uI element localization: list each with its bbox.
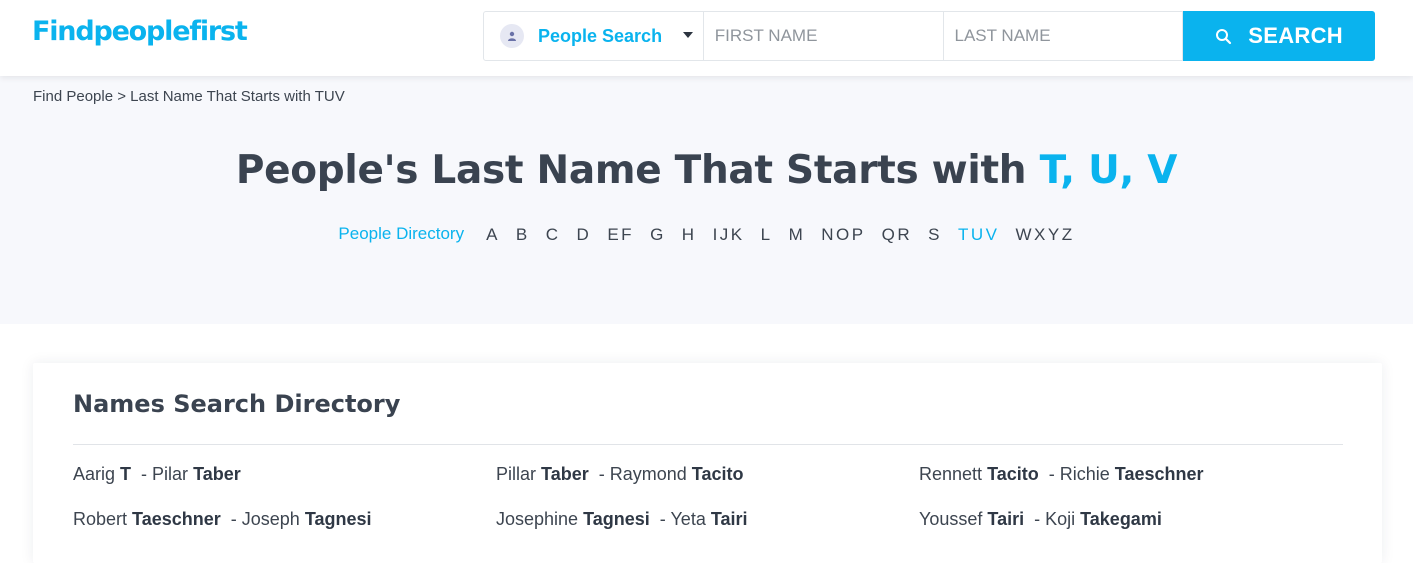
name-range-link[interactable]: Rennett Tacito - Richie Taeschner	[919, 464, 1342, 509]
first-name: Josephine	[496, 509, 579, 529]
letter-link[interactable]: S	[928, 225, 942, 245]
letter-link[interactable]: L	[761, 225, 773, 245]
last-name: Taber	[193, 464, 241, 484]
name-range-link[interactable]: Youssef Tairi - Koji Takegami	[919, 509, 1342, 554]
alphabet-nav: People Directory A B C D EF G H IJK L M …	[0, 224, 1413, 245]
person-icon	[500, 24, 524, 48]
names-row: Aarig T - Pilar Taber Pillar Taber - Ray…	[73, 464, 1373, 509]
letter-link[interactable]: H	[682, 225, 697, 245]
letter-link[interactable]: QR	[882, 225, 913, 245]
letter-link[interactable]: M	[789, 225, 806, 245]
search-icon	[1216, 28, 1232, 44]
page-title-highlight: T, U, V	[1039, 148, 1178, 193]
breadcrumb-current: Last Name That Starts with TUV	[130, 88, 345, 105]
letter-link[interactable]: A	[486, 225, 500, 245]
people-directory-link[interactable]: People Directory	[338, 224, 464, 244]
letter-link-active[interactable]: TUV	[958, 225, 1000, 245]
first-name: Yeta	[670, 509, 706, 529]
name-range-link[interactable]: Pillar Taber - Raymond Tacito	[496, 464, 919, 509]
letter-link[interactable]: D	[577, 225, 592, 245]
letter-link[interactable]: G	[650, 225, 666, 245]
hero-section: Find People > Last Name That Starts with…	[0, 76, 1413, 324]
search-button-label: SEARCH	[1248, 23, 1343, 48]
site-logo[interactable]: Findpeoplefirst	[32, 16, 248, 47]
letter-link[interactable]: WXYZ	[1015, 225, 1074, 245]
chevron-down-icon	[682, 32, 693, 38]
breadcrumb-separator: >	[117, 88, 126, 105]
first-name: Richie	[1059, 464, 1110, 484]
names-row: Robert Taeschner - Joseph Tagnesi Joseph…	[73, 509, 1373, 554]
last-name: Tacito	[691, 464, 744, 484]
last-name: Takegami	[1080, 509, 1162, 529]
search-type-label: People Search	[538, 25, 663, 46]
letter-link[interactable]: B	[516, 225, 530, 245]
letter-link[interactable]: C	[546, 225, 561, 245]
breadcrumb-find-people[interactable]: Find People	[33, 88, 113, 105]
names-directory-card: Names Search Directory Aarig T - Pilar T…	[33, 363, 1382, 563]
last-name: Tagnesi	[583, 509, 650, 529]
name-range-link[interactable]: Robert Taeschner - Joseph Tagnesi	[73, 509, 496, 554]
last-name: T	[120, 464, 132, 484]
first-name: Aarig	[73, 464, 116, 484]
names-grid: Aarig T - Pilar Taber Pillar Taber - Ray…	[73, 464, 1373, 554]
page-title-text: People's Last Name That Starts with	[235, 148, 1040, 193]
name-range-link[interactable]: Aarig T - Pilar Taber	[73, 464, 496, 509]
divider	[73, 444, 1343, 445]
letter-link[interactable]: IJK	[713, 225, 745, 245]
search-button[interactable]: SEARCH	[1183, 11, 1376, 61]
last-name: Tairi	[710, 509, 748, 529]
first-name: Rennett	[919, 464, 983, 484]
last-name: Taber	[541, 464, 589, 484]
first-name: Robert	[73, 509, 128, 529]
breadcrumb: Find People > Last Name That Starts with…	[33, 88, 345, 105]
letter-link[interactable]: EF	[607, 225, 634, 245]
first-name: Koji	[1045, 509, 1076, 529]
last-name: Tagnesi	[304, 509, 372, 529]
last-name: Tacito	[987, 464, 1039, 484]
first-name: Pillar	[496, 464, 537, 484]
page-title: People's Last Name That Starts with T, U…	[0, 148, 1413, 193]
directory-title: Names Search Directory	[73, 390, 401, 418]
search-bar: People Search SEARCH	[483, 11, 1376, 61]
last-name: Tairi	[987, 509, 1025, 529]
name-range-link[interactable]: Josephine Tagnesi - Yeta Tairi	[496, 509, 919, 554]
first-name: Youssef	[919, 509, 983, 529]
last-name: Taeschner	[1114, 464, 1204, 484]
letter-link[interactable]: NOP	[821, 225, 865, 245]
site-header: Findpeoplefirst People Search SEARCH	[0, 0, 1413, 76]
last-name: Taeschner	[132, 509, 221, 529]
search-type-dropdown[interactable]: People Search	[484, 12, 704, 60]
first-name: Joseph	[241, 509, 300, 529]
last-name-input[interactable]	[943, 12, 1184, 60]
first-name: Raymond	[609, 464, 687, 484]
first-name: Pilar	[152, 464, 189, 484]
first-name-input[interactable]	[703, 12, 944, 60]
